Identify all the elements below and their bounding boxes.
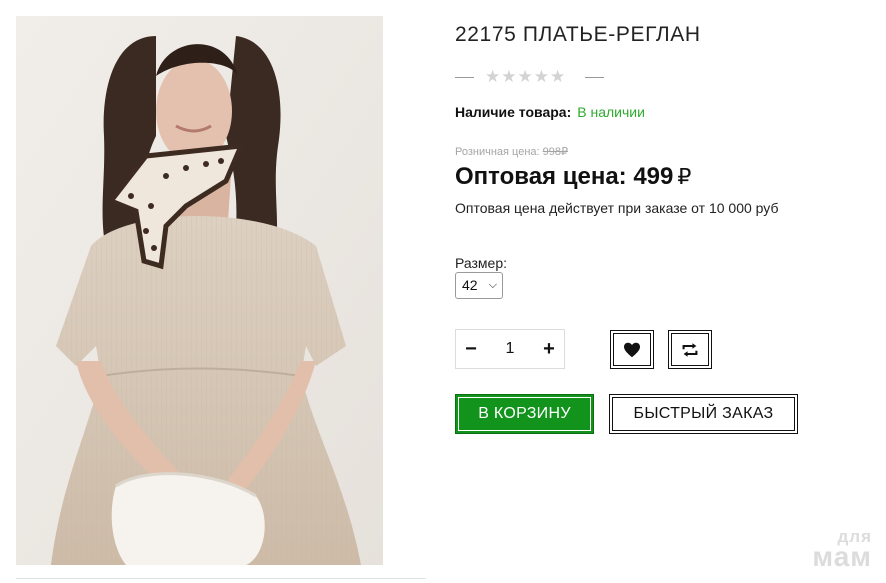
wholesale-price-label: Оптовая цена:: [455, 163, 627, 190]
add-to-favorites-button[interactable]: [610, 330, 654, 369]
retail-price: Розничная цена: 998₽: [455, 145, 568, 158]
compare-button[interactable]: [668, 330, 712, 369]
product-photo[interactable]: [16, 16, 383, 565]
quantity-input[interactable]: 1: [486, 330, 534, 368]
availability-status: В наличии: [577, 104, 645, 120]
currency-symbol: ₽: [677, 164, 692, 189]
quantity-stepper[interactable]: − 1 +: [455, 329, 565, 369]
heart-icon: [624, 342, 640, 357]
wholesale-note: Оптовая цена действует при заказе от 10 …: [455, 200, 779, 216]
size-select[interactable]: 42 ⌵: [455, 272, 503, 299]
add-to-cart-button[interactable]: В КОРЗИНУ: [455, 394, 594, 434]
watermark: для мам: [812, 527, 872, 572]
quantity-decrease-button[interactable]: −: [456, 330, 486, 368]
size-value: 42: [462, 277, 478, 293]
wholesale-price: Оптовая цена: 499 ₽: [455, 163, 691, 191]
product-title: 22175 ПЛАТЬЕ-РЕГЛАН: [455, 23, 701, 46]
size-label: Размер:: [455, 255, 508, 271]
rating[interactable]: ★★★★★: [455, 67, 615, 87]
availability-label: Наличие товара:: [455, 104, 572, 120]
availability: Наличие товара: В наличии: [455, 104, 645, 120]
divider: [585, 77, 604, 78]
quick-order-button[interactable]: БЫСТРЫЙ ЗАКАЗ: [609, 394, 798, 434]
retail-price-value: 998₽: [542, 146, 569, 158]
chevron-down-icon: ⌵: [488, 279, 497, 291]
wholesale-price-value: 499: [633, 163, 674, 190]
compare-icon: [682, 342, 698, 357]
star-rating-icon[interactable]: ★★★★★: [485, 67, 566, 87]
divider: [16, 578, 426, 579]
quantity-increase-button[interactable]: +: [534, 330, 564, 368]
retail-price-label: Розничная цена:: [455, 146, 540, 158]
divider: [455, 77, 474, 78]
watermark-line2: мам: [812, 540, 872, 572]
